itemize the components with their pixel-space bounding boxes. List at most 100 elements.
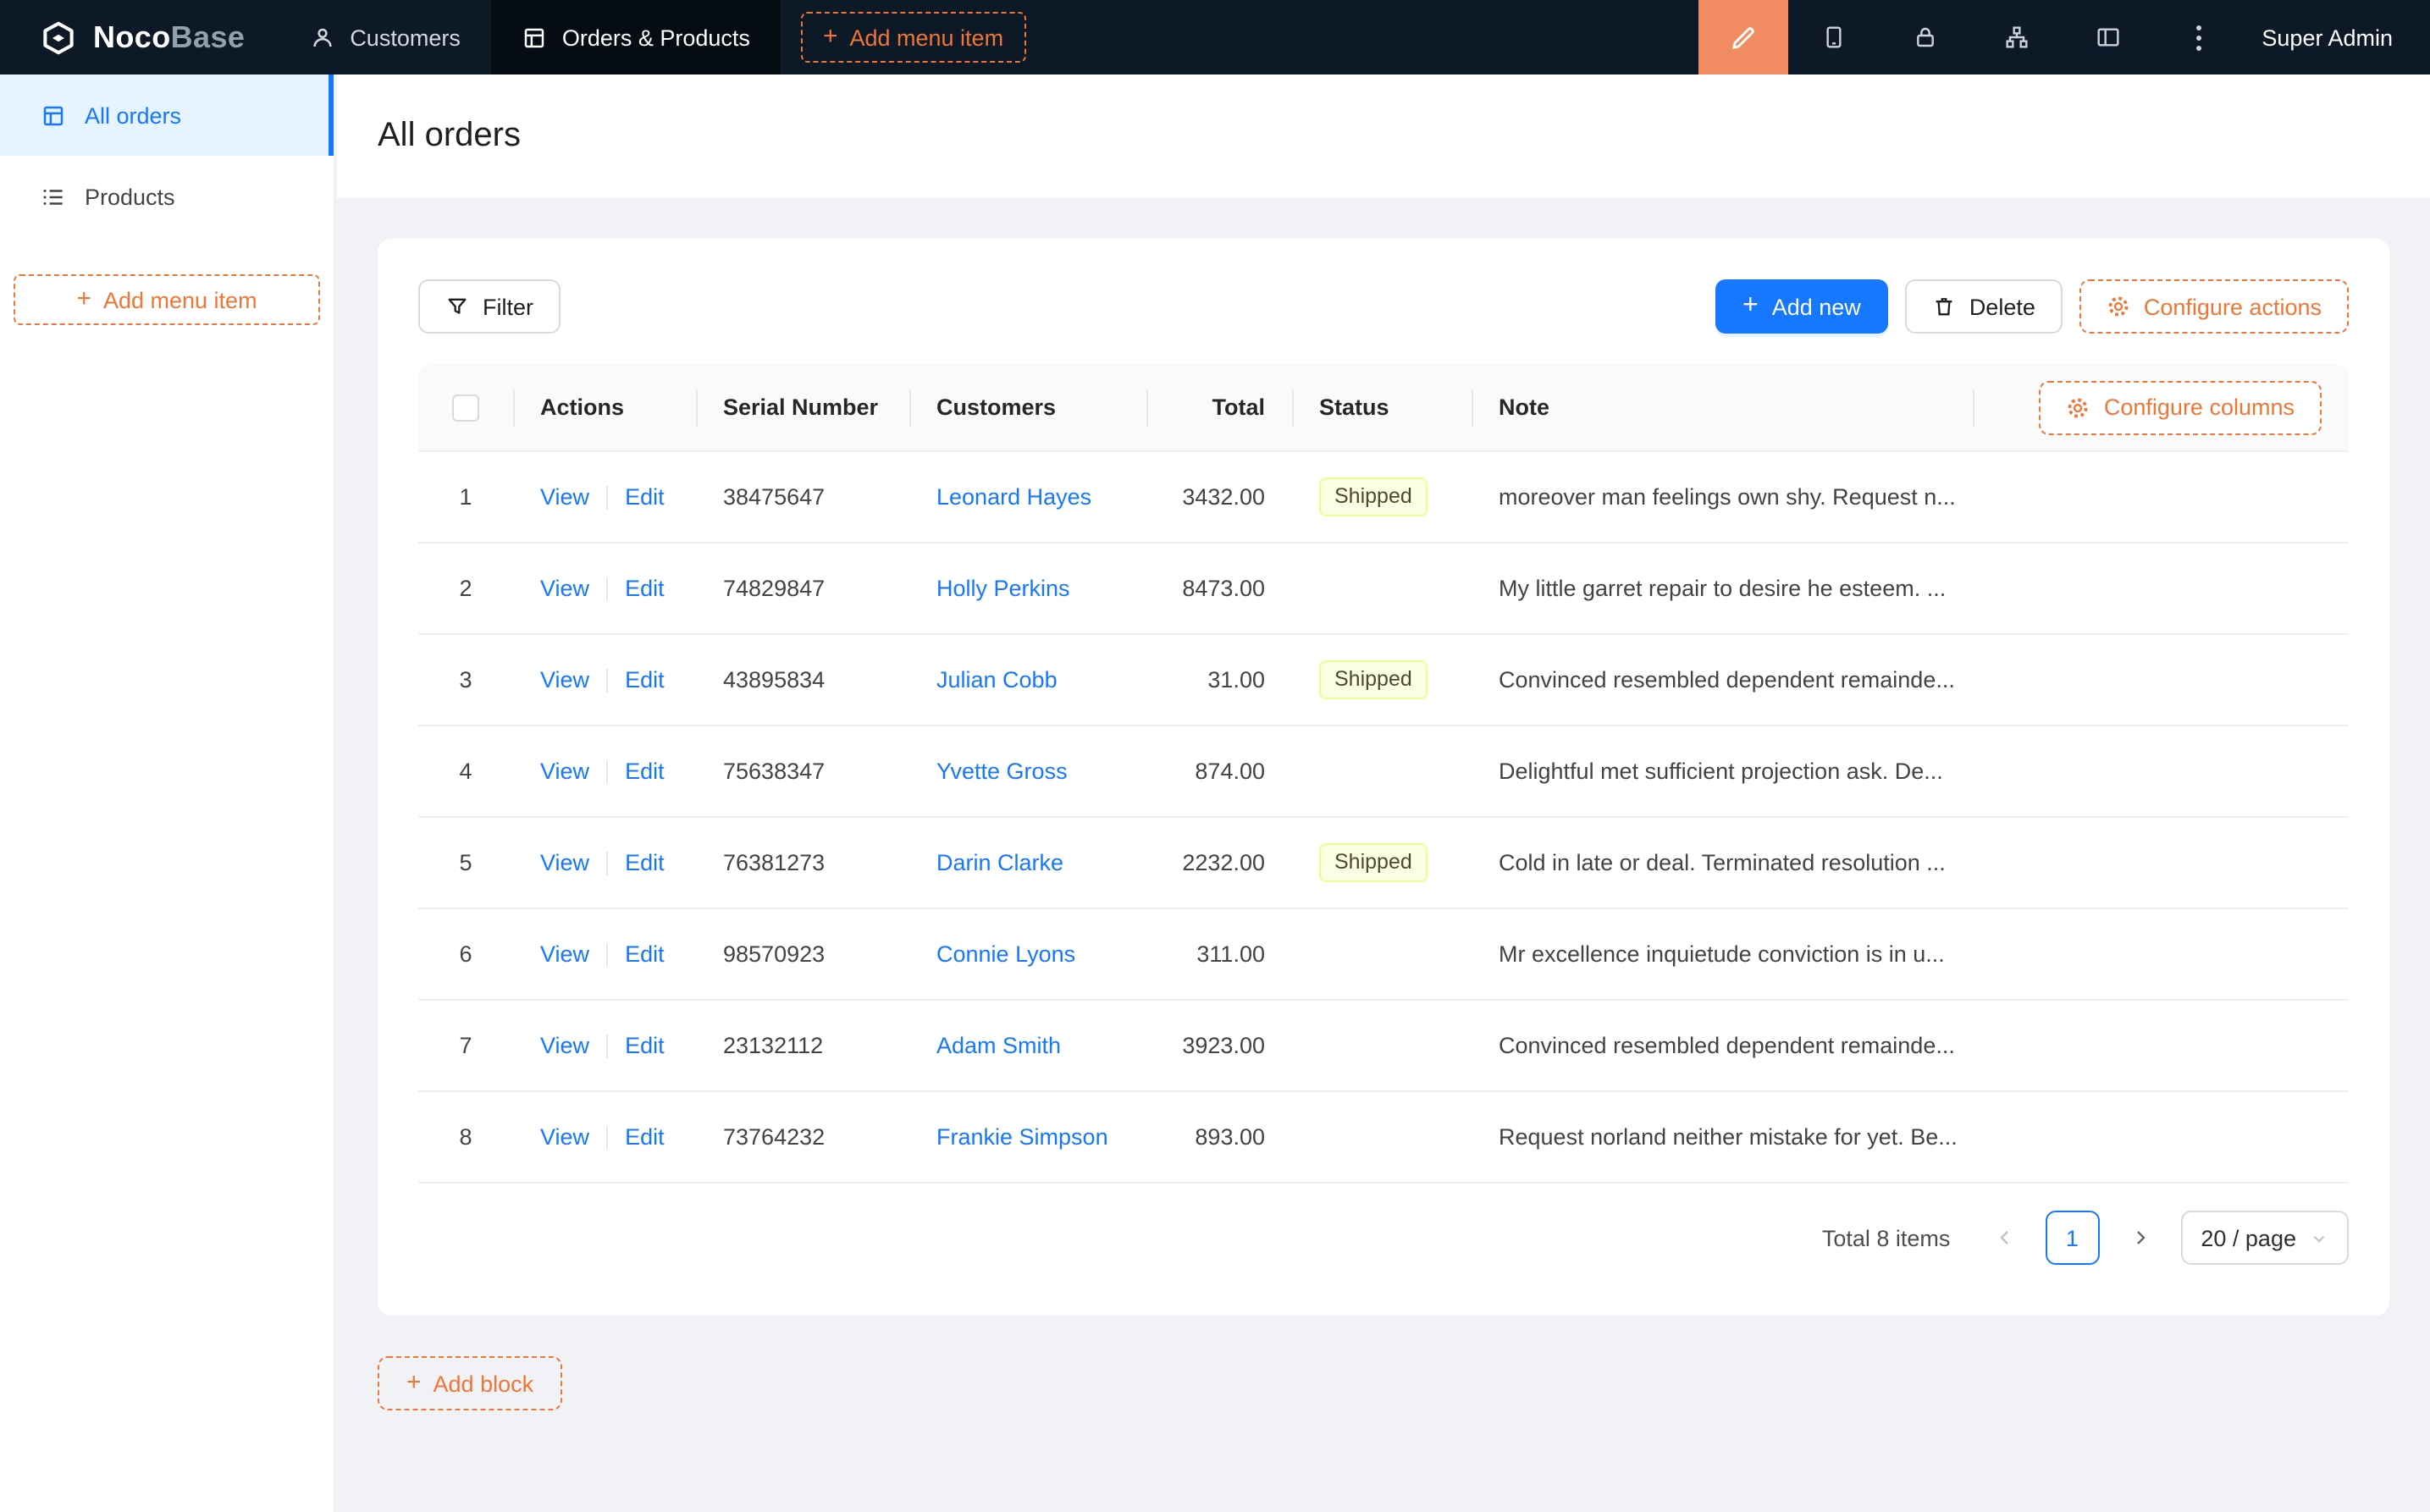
column-header-total: Total — [1146, 395, 1292, 420]
serial-number-cell: 74829847 — [696, 576, 909, 601]
pagination-prev-button[interactable] — [1977, 1211, 2031, 1265]
more-button[interactable] — [2153, 0, 2245, 74]
customers-icon — [309, 25, 334, 50]
logo-icon — [37, 16, 80, 58]
app-viewport: NocoBase Customers Orders & Products + A… — [0, 0, 2430, 1512]
filter-icon — [445, 295, 469, 318]
page-size-select[interactable]: 20 / page — [2180, 1211, 2349, 1265]
edit-link[interactable]: Edit — [625, 667, 665, 693]
total-cell: 874.00 — [1146, 759, 1292, 784]
action-divider — [606, 942, 608, 966]
delete-button[interactable]: Delete — [1905, 279, 2063, 334]
lock-button[interactable] — [1879, 0, 1970, 74]
customer-link[interactable]: Connie Lyons — [936, 941, 1075, 967]
add-new-label: Add new — [1772, 294, 1861, 319]
mobile-icon — [1820, 24, 1847, 51]
sidebar-item-products[interactable]: Products — [0, 156, 334, 237]
sidebar-item-label: All orders — [85, 102, 181, 128]
orders-icon — [522, 25, 547, 50]
ui-editor-button[interactable] — [1698, 0, 1787, 74]
orders-table-card: Filter + Add new Delete — [378, 239, 2389, 1316]
page-header: All orders — [337, 74, 2430, 198]
edit-link[interactable]: Edit — [625, 850, 665, 875]
view-link[interactable]: View — [540, 1033, 589, 1058]
app-header: NocoBase Customers Orders & Products + A… — [0, 0, 2430, 74]
customer-link[interactable]: Leonard Hayes — [936, 484, 1091, 510]
table-row: 3 View Edit 43895834 Julian Cobb 31.00 S… — [418, 635, 2349, 726]
api-button[interactable] — [1970, 0, 2062, 74]
note-cell: My little garret repair to desire he est… — [1472, 576, 1973, 601]
column-header-note: Note — [1472, 395, 1973, 420]
nav-item-label: Orders & Products — [562, 25, 750, 50]
logo[interactable]: NocoBase — [0, 0, 279, 74]
column-header-status: Status — [1292, 395, 1472, 420]
configure-columns-button[interactable]: Configure columns — [2040, 380, 2322, 434]
configure-actions-button[interactable]: Configure actions — [2079, 279, 2349, 334]
plus-icon: + — [406, 1370, 422, 1395]
customer-link[interactable]: Julian Cobb — [936, 667, 1058, 693]
customer-link[interactable]: Frankie Simpson — [936, 1124, 1108, 1150]
row-index: 5 — [459, 850, 472, 875]
note-cell: Mr excellence inquietude conviction is i… — [1472, 941, 1973, 967]
action-divider — [606, 1034, 608, 1057]
nav-item-orders-products[interactable]: Orders & Products — [491, 0, 781, 74]
add-new-button[interactable]: + Add new — [1715, 279, 1888, 334]
add-block-button[interactable]: + Add block — [378, 1356, 562, 1410]
view-link[interactable]: View — [540, 850, 589, 875]
add-menu-item-button-header[interactable]: + Add menu item — [801, 12, 1025, 63]
serial-number-cell: 43895834 — [696, 667, 909, 693]
pagination: Total 8 items 1 20 / page — [418, 1211, 2349, 1265]
layout-button[interactable] — [2062, 0, 2153, 74]
next-icon — [2129, 1228, 2150, 1248]
main-area: All orders Filter + Add new — [337, 74, 2430, 1512]
mobile-preview-button[interactable] — [1787, 0, 1879, 74]
header-actions: Super Admin — [1698, 0, 2430, 74]
view-link[interactable]: View — [540, 1124, 589, 1150]
edit-link[interactable]: Edit — [625, 941, 665, 967]
customer-link[interactable]: Darin Clarke — [936, 850, 1063, 875]
row-index: 8 — [459, 1124, 472, 1150]
table-row: 5 View Edit 76381273 Darin Clarke 2232.0… — [418, 818, 2349, 909]
edit-link[interactable]: Edit — [625, 1124, 665, 1150]
edit-link[interactable]: Edit — [625, 484, 665, 510]
status-badge: Shipped — [1319, 843, 1428, 883]
total-cell: 893.00 — [1146, 1124, 1292, 1150]
view-link[interactable]: View — [540, 576, 589, 601]
edit-link[interactable]: Edit — [625, 576, 665, 601]
orders-table: Actions Serial Number Customers Total St… — [418, 364, 2349, 1184]
row-index: 4 — [459, 759, 472, 784]
customer-link[interactable]: Holly Perkins — [936, 576, 1070, 601]
column-header-actions: Actions — [513, 395, 696, 420]
action-divider — [606, 851, 608, 875]
kebab-icon — [2196, 25, 2201, 50]
column-header-customers: Customers — [909, 395, 1146, 420]
sidebar: All orders Products + Add menu item — [0, 74, 335, 1512]
table-row: 1 View Edit 38475647 Leonard Hayes 3432.… — [418, 452, 2349, 544]
page-size-value: 20 / page — [2201, 1225, 2296, 1250]
table-toolbar: Filter + Add new Delete — [418, 279, 2349, 334]
customer-link[interactable]: Adam Smith — [936, 1033, 1061, 1058]
view-link[interactable]: View — [540, 759, 589, 784]
view-link[interactable]: View — [540, 484, 589, 510]
user-name: Super Admin — [2262, 25, 2393, 50]
total-cell: 3432.00 — [1146, 484, 1292, 510]
note-cell: Request norland neither mistake for yet.… — [1472, 1124, 1973, 1150]
row-index: 6 — [459, 941, 472, 967]
note-cell: Convinced resembled dependent remainde..… — [1472, 1033, 1973, 1058]
products-icon — [41, 184, 66, 209]
select-all-checkbox[interactable] — [452, 394, 479, 421]
edit-link[interactable]: Edit — [625, 1033, 665, 1058]
view-link[interactable]: View — [540, 941, 589, 967]
view-link[interactable]: View — [540, 667, 589, 693]
filter-button[interactable]: Filter — [418, 279, 561, 334]
nav-item-customers[interactable]: Customers — [279, 0, 491, 74]
user-menu[interactable]: Super Admin — [2245, 0, 2430, 74]
caret-down-icon — [2310, 1228, 2328, 1247]
edit-link[interactable]: Edit — [625, 759, 665, 784]
sidebar-item-all-orders[interactable]: All orders — [0, 74, 334, 156]
pagination-page-1[interactable]: 1 — [2045, 1211, 2099, 1265]
add-menu-item-button-sidebar[interactable]: + Add menu item — [14, 274, 320, 325]
total-cell: 31.00 — [1146, 667, 1292, 693]
customer-link[interactable]: Yvette Gross — [936, 759, 1068, 784]
pagination-next-button[interactable] — [2112, 1211, 2167, 1265]
